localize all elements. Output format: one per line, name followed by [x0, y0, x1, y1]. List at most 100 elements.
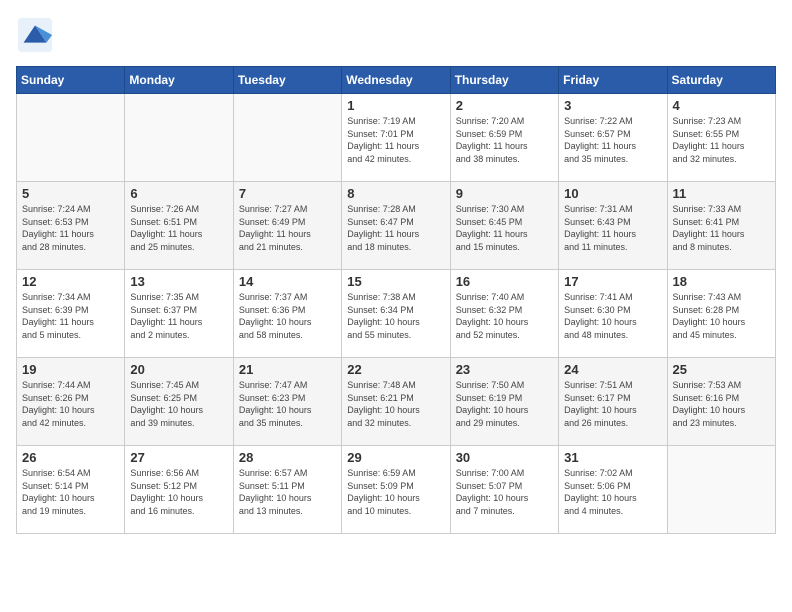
- day-number: 16: [456, 274, 553, 289]
- day-info: Sunrise: 7:43 AM Sunset: 6:28 PM Dayligh…: [673, 291, 770, 341]
- calendar-cell: 14 Sunrise: 7:37 AM Sunset: 6:36 PM Dayli…: [233, 270, 341, 358]
- day-number: 7: [239, 186, 336, 201]
- day-info: Sunrise: 7:23 AM Sunset: 6:55 PM Dayligh…: [673, 115, 770, 165]
- day-number: 10: [564, 186, 661, 201]
- calendar-cell: [667, 446, 775, 534]
- calendar-cell: 28Sunrise: 6:57 AM Sunset: 5:11 PM Dayli…: [233, 446, 341, 534]
- calendar-cell: [17, 94, 125, 182]
- page-header: [16, 16, 776, 54]
- calendar-header-row: SundayMondayTuesdayWednesdayThursdayFrid…: [17, 67, 776, 94]
- logo: [16, 16, 58, 54]
- calendar-cell: 22Sunrise: 7:48 AM Sunset: 6:21 PM Dayli…: [342, 358, 450, 446]
- day-info: Sunrise: 7:47 AM Sunset: 6:23 PM Dayligh…: [239, 379, 336, 429]
- col-header-friday: Friday: [559, 67, 667, 94]
- calendar-cell: 15 Sunrise: 7:38 AM Sunset: 6:34 PM Dayli…: [342, 270, 450, 358]
- day-number: 30: [456, 450, 553, 465]
- calendar-cell: 27 Sunrise: 6:56 AM Sunset: 5:12 PM Dayli…: [125, 446, 233, 534]
- calendar-cell: 8 Sunrise: 7:28 AM Sunset: 6:47 PM Daylig…: [342, 182, 450, 270]
- calendar-week-row: 5 Sunrise: 7:24 AM Sunset: 6:53 PM Daylig…: [17, 182, 776, 270]
- calendar-cell: 31 Sunrise: 7:02 AM Sunset: 5:06 PM Dayli…: [559, 446, 667, 534]
- day-number: 21: [239, 362, 336, 377]
- day-info: Sunrise: 7:50 AM Sunset: 6:19 PM Dayligh…: [456, 379, 553, 429]
- calendar-cell: 25 Sunrise: 7:53 AM Sunset: 6:16 PM Dayli…: [667, 358, 775, 446]
- day-number: 5: [22, 186, 119, 201]
- day-number: 20: [130, 362, 227, 377]
- day-info: Sunrise: 7:00 AM Sunset: 5:07 PM Dayligh…: [456, 467, 553, 517]
- day-number: 8: [347, 186, 444, 201]
- calendar-cell: 4 Sunrise: 7:23 AM Sunset: 6:55 PM Daylig…: [667, 94, 775, 182]
- calendar-cell: 26Sunrise: 6:54 AM Sunset: 5:14 PM Dayli…: [17, 446, 125, 534]
- day-number: 26: [22, 450, 119, 465]
- calendar-cell: 5 Sunrise: 7:24 AM Sunset: 6:53 PM Daylig…: [17, 182, 125, 270]
- day-info: Sunrise: 7:27 AM Sunset: 6:49 PM Dayligh…: [239, 203, 336, 253]
- day-info: Sunrise: 7:53 AM Sunset: 6:16 PM Dayligh…: [673, 379, 770, 429]
- calendar-cell: 17Sunrise: 7:41 AM Sunset: 6:30 PM Dayli…: [559, 270, 667, 358]
- day-number: 2: [456, 98, 553, 113]
- day-info: Sunrise: 6:59 AM Sunset: 5:09 PM Dayligh…: [347, 467, 444, 517]
- day-number: 1: [347, 98, 444, 113]
- calendar-cell: [125, 94, 233, 182]
- calendar-week-row: 1 Sunrise: 7:19 AM Sunset: 7:01 PM Daylig…: [17, 94, 776, 182]
- day-number: 12: [22, 274, 119, 289]
- day-info: Sunrise: 7:22 AM Sunset: 6:57 PM Dayligh…: [564, 115, 661, 165]
- col-header-saturday: Saturday: [667, 67, 775, 94]
- calendar-cell: 1 Sunrise: 7:19 AM Sunset: 7:01 PM Daylig…: [342, 94, 450, 182]
- day-number: 13: [130, 274, 227, 289]
- calendar-cell: 21 Sunrise: 7:47 AM Sunset: 6:23 PM Dayli…: [233, 358, 341, 446]
- day-number: 29: [347, 450, 444, 465]
- calendar-cell: 6 Sunrise: 7:26 AM Sunset: 6:51 PM Daylig…: [125, 182, 233, 270]
- day-info: Sunrise: 7:31 AM Sunset: 6:43 PM Dayligh…: [564, 203, 661, 253]
- col-header-tuesday: Tuesday: [233, 67, 341, 94]
- day-info: Sunrise: 7:33 AM Sunset: 6:41 PM Dayligh…: [673, 203, 770, 253]
- col-header-monday: Monday: [125, 67, 233, 94]
- col-header-thursday: Thursday: [450, 67, 558, 94]
- generalblue-logo-icon: [16, 16, 54, 54]
- day-info: Sunrise: 7:30 AM Sunset: 6:45 PM Dayligh…: [456, 203, 553, 253]
- calendar-week-row: 19Sunrise: 7:44 AM Sunset: 6:26 PM Dayli…: [17, 358, 776, 446]
- calendar-cell: 30 Sunrise: 7:00 AM Sunset: 5:07 PM Dayli…: [450, 446, 558, 534]
- day-number: 3: [564, 98, 661, 113]
- day-info: Sunrise: 7:26 AM Sunset: 6:51 PM Dayligh…: [130, 203, 227, 253]
- day-info: Sunrise: 7:24 AM Sunset: 6:53 PM Dayligh…: [22, 203, 119, 253]
- calendar-cell: 11 Sunrise: 7:33 AM Sunset: 6:41 PM Dayli…: [667, 182, 775, 270]
- day-info: Sunrise: 7:37 AM Sunset: 6:36 PM Dayligh…: [239, 291, 336, 341]
- day-info: Sunrise: 7:44 AM Sunset: 6:26 PM Dayligh…: [22, 379, 119, 429]
- day-info: Sunrise: 7:40 AM Sunset: 6:32 PM Dayligh…: [456, 291, 553, 341]
- calendar-cell: 29 Sunrise: 6:59 AM Sunset: 5:09 PM Dayli…: [342, 446, 450, 534]
- calendar-cell: 13Sunrise: 7:35 AM Sunset: 6:37 PM Dayli…: [125, 270, 233, 358]
- calendar-cell: 3 Sunrise: 7:22 AM Sunset: 6:57 PM Daylig…: [559, 94, 667, 182]
- day-number: 25: [673, 362, 770, 377]
- calendar-cell: 7 Sunrise: 7:27 AM Sunset: 6:49 PM Daylig…: [233, 182, 341, 270]
- calendar-week-row: 26Sunrise: 6:54 AM Sunset: 5:14 PM Dayli…: [17, 446, 776, 534]
- calendar-cell: [233, 94, 341, 182]
- day-number: 31: [564, 450, 661, 465]
- calendar-cell: 16 Sunrise: 7:40 AM Sunset: 6:32 PM Dayli…: [450, 270, 558, 358]
- day-info: Sunrise: 7:28 AM Sunset: 6:47 PM Dayligh…: [347, 203, 444, 253]
- day-number: 6: [130, 186, 227, 201]
- calendar-cell: 12 Sunrise: 7:34 AM Sunset: 6:39 PM Dayli…: [17, 270, 125, 358]
- col-header-sunday: Sunday: [17, 67, 125, 94]
- day-info: Sunrise: 7:38 AM Sunset: 6:34 PM Dayligh…: [347, 291, 444, 341]
- day-number: 15: [347, 274, 444, 289]
- day-info: Sunrise: 7:48 AM Sunset: 6:21 PM Dayligh…: [347, 379, 444, 429]
- day-number: 23: [456, 362, 553, 377]
- calendar-cell: 9 Sunrise: 7:30 AM Sunset: 6:45 PM Daylig…: [450, 182, 558, 270]
- day-number: 9: [456, 186, 553, 201]
- day-info: Sunrise: 7:19 AM Sunset: 7:01 PM Dayligh…: [347, 115, 444, 165]
- day-info: Sunrise: 7:20 AM Sunset: 6:59 PM Dayligh…: [456, 115, 553, 165]
- day-number: 24: [564, 362, 661, 377]
- calendar-cell: 2 Sunrise: 7:20 AM Sunset: 6:59 PM Daylig…: [450, 94, 558, 182]
- day-info: Sunrise: 7:41 AM Sunset: 6:30 PM Dayligh…: [564, 291, 661, 341]
- day-info: Sunrise: 7:34 AM Sunset: 6:39 PM Dayligh…: [22, 291, 119, 341]
- calendar-cell: 20Sunrise: 7:45 AM Sunset: 6:25 PM Dayli…: [125, 358, 233, 446]
- day-number: 11: [673, 186, 770, 201]
- calendar-cell: 23 Sunrise: 7:50 AM Sunset: 6:19 PM Dayli…: [450, 358, 558, 446]
- day-info: Sunrise: 7:02 AM Sunset: 5:06 PM Dayligh…: [564, 467, 661, 517]
- day-number: 14: [239, 274, 336, 289]
- calendar-week-row: 12 Sunrise: 7:34 AM Sunset: 6:39 PM Dayli…: [17, 270, 776, 358]
- calendar-cell: 18Sunrise: 7:43 AM Sunset: 6:28 PM Dayli…: [667, 270, 775, 358]
- day-info: Sunrise: 6:56 AM Sunset: 5:12 PM Dayligh…: [130, 467, 227, 517]
- day-number: 4: [673, 98, 770, 113]
- day-number: 27: [130, 450, 227, 465]
- calendar-cell: 24Sunrise: 7:51 AM Sunset: 6:17 PM Dayli…: [559, 358, 667, 446]
